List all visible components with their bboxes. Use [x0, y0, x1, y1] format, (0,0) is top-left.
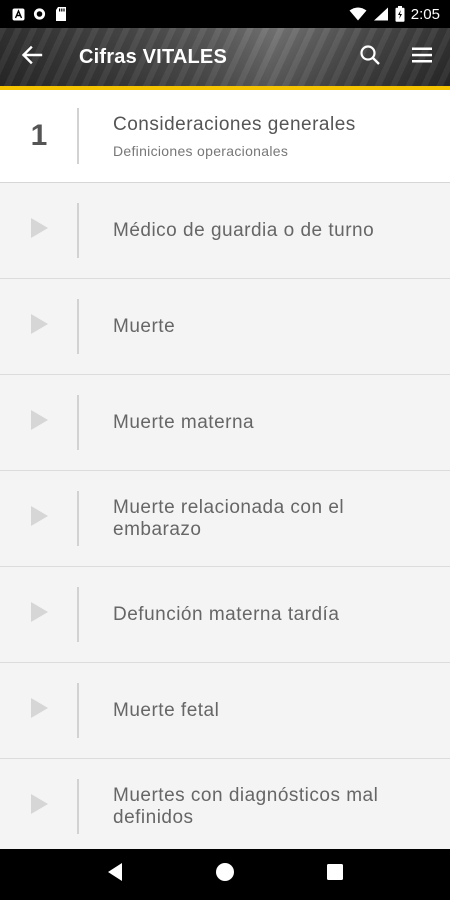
- app-bar: Cifras VITALES: [0, 28, 450, 86]
- list-item[interactable]: Médico de guardia o de turno: [0, 183, 450, 279]
- play-icon: [29, 697, 49, 724]
- list-item-active[interactable]: 1 Consideraciones generales Definiciones…: [0, 90, 450, 183]
- list-item[interactable]: Muerte materna: [0, 375, 450, 471]
- page-title: Cifras VITALES: [79, 45, 228, 68]
- list-item-label: Defunción materna tardía: [113, 603, 340, 625]
- status-system: 2:05: [349, 6, 450, 23]
- nav-back-button[interactable]: [95, 855, 135, 895]
- list-item-label: Muerte materna: [113, 411, 255, 433]
- wifi-icon: [349, 7, 367, 21]
- play-icon: [29, 409, 49, 436]
- row-divider: [77, 779, 79, 834]
- status-bar: 2:05: [0, 0, 450, 28]
- sd-card-icon: [54, 7, 67, 21]
- search-icon: [359, 44, 381, 71]
- row-divider: [77, 587, 79, 642]
- play-icon: [29, 217, 49, 244]
- status-notifications: [0, 7, 67, 21]
- triangle-back-icon: [106, 862, 124, 887]
- row-divider: [77, 395, 79, 450]
- battery-icon: [395, 6, 405, 22]
- item-number: 1: [30, 119, 48, 152]
- list-item-sublabel: Definiciones operacionales: [113, 142, 289, 159]
- row-divider: [77, 491, 79, 546]
- circle-notification-icon: [33, 8, 46, 21]
- menu-button[interactable]: [396, 28, 448, 86]
- row-divider: [77, 108, 79, 164]
- list-item[interactable]: Muerte relacionada con el embarazo: [0, 471, 450, 567]
- back-button[interactable]: [4, 28, 60, 86]
- list-item[interactable]: Defunción materna tardía: [0, 567, 450, 663]
- list-item-label: Muertes con diagnósticos mal definidos: [113, 784, 379, 828]
- list-item[interactable]: Muertes con diagnósticos mal definidos: [0, 759, 450, 855]
- row-divider: [77, 203, 79, 258]
- square-recents-icon: [326, 863, 344, 886]
- circle-home-icon: [215, 862, 235, 887]
- play-icon: [29, 601, 49, 628]
- arrow-left-icon: [21, 44, 43, 71]
- list-item-label: Muerte relacionada con el embarazo: [113, 496, 345, 540]
- system-nav-bar: [0, 849, 450, 900]
- a-notification-icon: [12, 8, 25, 21]
- menu-icon: [411, 46, 433, 69]
- list-item-label: Muerte fetal: [113, 699, 220, 721]
- list-item[interactable]: Muerte fetal: [0, 663, 450, 759]
- play-icon: [29, 505, 49, 532]
- search-button[interactable]: [344, 28, 396, 86]
- row-divider: [77, 683, 79, 738]
- list-item-label: Consideraciones generales: [113, 113, 356, 135]
- definitions-list: 1 Consideraciones generales Definiciones…: [0, 90, 450, 855]
- nav-home-button[interactable]: [205, 855, 245, 895]
- nav-recents-button[interactable]: [315, 855, 355, 895]
- list-item-label: Médico de guardia o de turno: [113, 219, 375, 241]
- status-time: 2:05: [410, 5, 440, 23]
- play-icon: [29, 793, 49, 820]
- play-icon: [29, 313, 49, 340]
- list-item-label: Muerte: [113, 315, 176, 337]
- list-item[interactable]: Muerte: [0, 279, 450, 375]
- signal-icon: [373, 7, 389, 21]
- row-divider: [77, 299, 79, 354]
